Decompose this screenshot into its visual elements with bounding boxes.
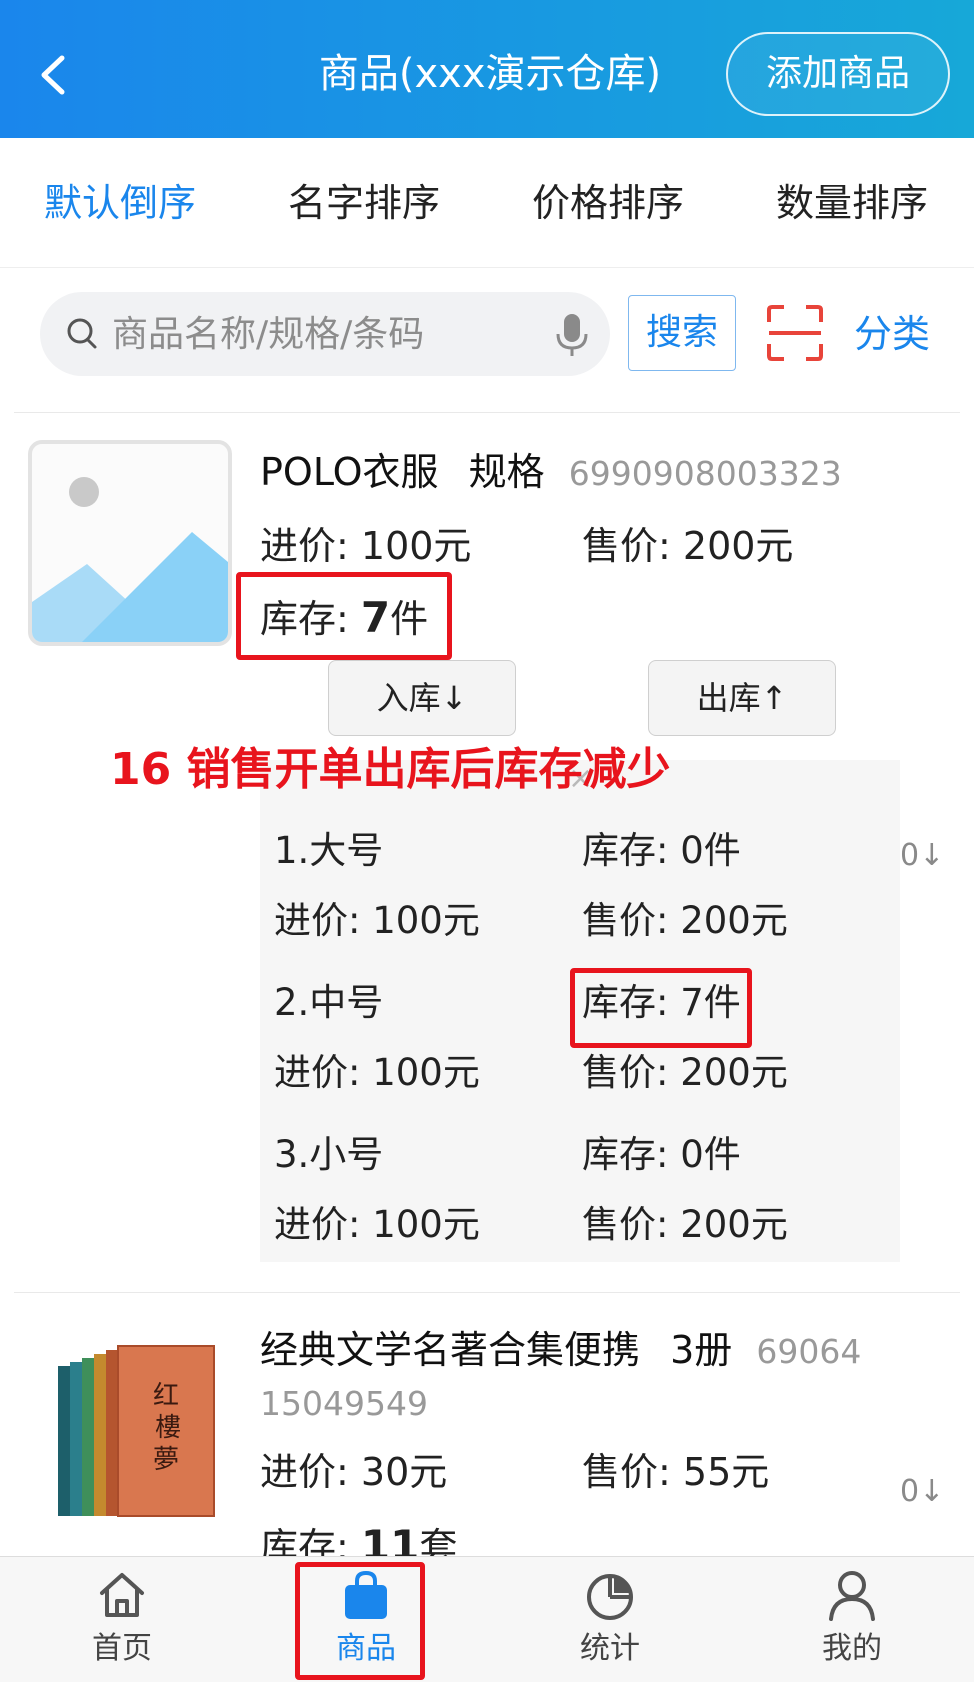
app-header: 商品(xxx演示仓库) 添加商品 (0, 0, 974, 138)
product-title[interactable]: 经典文学名著合集便携 3册 69064 (260, 1324, 861, 1378)
price-value: 55元 (682, 1450, 770, 1494)
variant-stock: 库存: 0件 (582, 1133, 741, 1176)
product-image-placeholder[interactable] (28, 440, 232, 646)
nav-label: 首页 (92, 1631, 152, 1666)
side-count: 0↓ (900, 838, 945, 873)
sale-price: 售价: 200元 (582, 520, 793, 572)
search-bar (40, 292, 610, 376)
variant-name: 1.大号 (274, 829, 384, 872)
svg-text:樓: 樓 (155, 1413, 181, 1443)
image-placeholder-icon (32, 477, 228, 642)
product-title[interactable]: POLO衣服 规格 6990908003323 (260, 446, 842, 500)
nav-label: 统计 (580, 1631, 640, 1666)
stock-highlight-box (236, 572, 452, 660)
nav-statistics[interactable]: 统计 (540, 1557, 680, 1682)
svg-text:夢: 夢 (153, 1445, 179, 1475)
product-barcode-continued: 15049549 (260, 1384, 428, 1423)
variant-price: 售价: 200元 (582, 1051, 788, 1094)
sale-price: 售价: 55元 (582, 1446, 769, 1498)
product-spec: 3册 (670, 1328, 733, 1372)
price-label: 售价: (582, 524, 671, 568)
product-barcode: 69064 (756, 1332, 862, 1371)
page-title: 商品(xxx演示仓库) (318, 51, 662, 97)
side-count: 0↓ (900, 1474, 945, 1509)
variant-cost: 进价: 100元 (274, 1203, 480, 1246)
variant-cost: 进价: 100元 (274, 1051, 480, 1094)
product-name: 经典文学名著合集便携 (260, 1328, 641, 1372)
sort-tab-bar: 默认倒序 名字排序 价格排序 数量排序 (0, 138, 974, 268)
nav-highlight-box (295, 1562, 425, 1680)
cost-price: 进价: 100元 (260, 520, 471, 572)
cost-value: 100元 (360, 524, 472, 568)
nav-label: 我的 (822, 1631, 882, 1666)
stock-out-button[interactable]: 出库↑ (648, 660, 836, 736)
divider (14, 412, 960, 413)
variant-name: 2.中号 (274, 981, 384, 1024)
price-label: 售价: (582, 1450, 671, 1494)
add-product-button[interactable]: 添加商品 (726, 32, 950, 116)
variant-cost: 进价: 100元 (274, 899, 480, 942)
book-set-image[interactable]: 红 樓 夢 (50, 1344, 220, 1520)
variant-price: 售价: 200元 (582, 899, 788, 942)
pie-chart-icon (587, 1574, 633, 1620)
cost-label: 进价: (260, 524, 349, 568)
back-arrow-icon[interactable] (34, 50, 74, 100)
nav-mine[interactable]: 我的 (782, 1557, 922, 1682)
tab-sort-price[interactable]: 价格排序 (532, 178, 684, 228)
variant-stock-highlight-box (570, 968, 752, 1048)
variant-name: 3.小号 (274, 1133, 384, 1176)
variant-stock: 库存: 0件 (582, 829, 741, 872)
price-value: 200元 (682, 524, 794, 568)
scan-icon[interactable] (766, 304, 824, 362)
product-spec: 规格 (468, 450, 545, 494)
stock-in-button[interactable]: 入库↓ (328, 660, 516, 736)
search-icon (67, 318, 97, 349)
nav-home[interactable]: 首页 (52, 1557, 192, 1682)
variant-price: 售价: 200元 (582, 1203, 788, 1246)
tab-sort-quantity[interactable]: 数量排序 (776, 178, 928, 228)
cost-label: 进价: (260, 1450, 349, 1494)
tab-sort-name[interactable]: 名字排序 (288, 178, 440, 228)
product-name: POLO衣服 (260, 450, 439, 494)
annotation-text: 16 销售开单出库后库存减少 (110, 744, 671, 795)
category-button[interactable]: 分类 (854, 308, 930, 360)
svg-text:红: 红 (153, 1381, 179, 1411)
product-barcode: 6990908003323 (568, 454, 842, 493)
user-icon (829, 1571, 875, 1621)
cost-price: 进价: 30元 (260, 1446, 447, 1498)
bottom-nav: 首页 商品 统计 我的 (0, 1556, 974, 1682)
search-button[interactable]: 搜索 (628, 295, 736, 371)
microphone-icon[interactable] (552, 310, 592, 360)
tab-default-desc[interactable]: 默认倒序 (44, 178, 196, 228)
divider (14, 1292, 960, 1293)
search-input[interactable] (112, 302, 532, 366)
cost-value: 30元 (360, 1450, 448, 1494)
home-icon (100, 1573, 144, 1617)
